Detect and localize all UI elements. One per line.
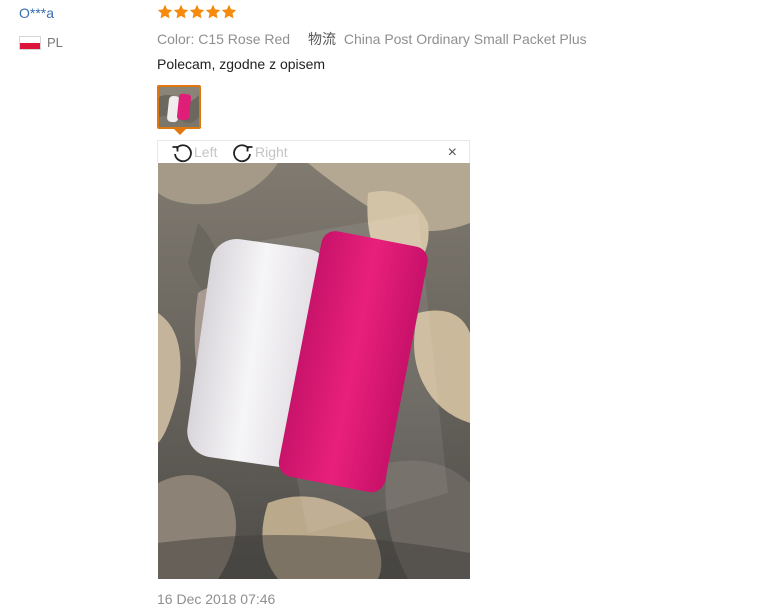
logistics-label: 物流 <box>307 31 336 47</box>
poland-flag-icon <box>19 35 41 50</box>
star-icon <box>157 4 173 20</box>
logistics-value: China Post Ordinary Small Packet Plus <box>343 31 587 47</box>
rotate-right-label: Right <box>255 144 288 160</box>
thumbnail-pointer <box>173 128 187 135</box>
country-code: PL <box>47 35 63 50</box>
review-item: O***a PL Color: C15 Rose Red 物流 China Po… <box>0 0 760 613</box>
star-icon <box>221 4 237 20</box>
review-photo-image <box>158 163 470 579</box>
star-icon <box>205 4 221 20</box>
rotate-left-label: Left <box>194 144 218 160</box>
reviewer-country: PL <box>19 35 63 50</box>
reviewer-name[interactable]: O***a <box>19 5 54 21</box>
photo-thumbnail[interactable] <box>157 85 201 129</box>
star-rating <box>157 4 237 20</box>
star-icon <box>189 4 205 20</box>
review-photo[interactable] <box>158 163 470 579</box>
star-icon <box>173 4 189 20</box>
close-viewer-button[interactable]: × <box>448 144 457 162</box>
thumbnail-image <box>159 87 199 127</box>
image-viewer-toolbar: Left Right × <box>157 140 470 163</box>
rotate-right-icon <box>233 144 253 163</box>
rotate-left-icon <box>172 144 192 163</box>
review-text: Polecam, zgodne z opisem <box>157 56 326 72</box>
color-attribute: Color: C15 Rose Red <box>157 31 291 47</box>
rotate-right-button[interactable]: Right <box>231 141 288 163</box>
order-info: Color: C15 Rose Red 物流 China Post Ordina… <box>157 29 587 49</box>
rotate-left-button[interactable]: Left <box>170 141 217 163</box>
review-date: 16 Dec 2018 07:46 <box>157 591 276 607</box>
